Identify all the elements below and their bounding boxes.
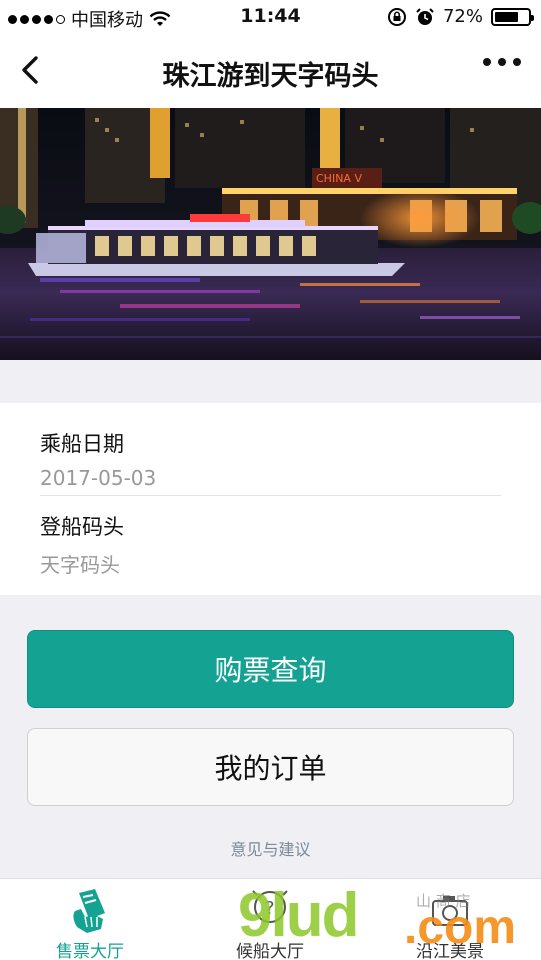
tab-river-view[interactable]: 沿江美景 — [360, 879, 540, 960]
status-bar: 中国移动 11:44 72% — [0, 0, 541, 34]
feedback-link[interactable]: 意见与建议 — [0, 836, 541, 860]
battery-fill — [495, 11, 519, 22]
departure-date-value: 2017-05-03 — [40, 466, 157, 490]
back-button[interactable] — [14, 50, 50, 90]
boarding-pier-value: 天字码头 — [40, 553, 120, 577]
camera-icon — [432, 896, 468, 926]
svg-text:?: ? — [265, 898, 275, 919]
tab-bar: 售票大厅 ? 候船大厅 沿江美景 — [0, 878, 541, 960]
alarm-icon — [416, 7, 434, 25]
boarding-pier-label: 登船码头 — [40, 515, 124, 539]
battery-icon — [491, 7, 534, 26]
river-cruise-photo: CHINA V — [0, 108, 541, 360]
tab-river-view-label: 沿江美景 — [416, 942, 484, 960]
waiting-hall-icon: ? — [252, 890, 288, 923]
my-orders-button[interactable]: 我的订单 — [27, 728, 514, 806]
divider — [40, 495, 501, 496]
tab-waiting-hall[interactable]: ? 候船大厅 — [180, 879, 360, 960]
more-dots-icon — [483, 58, 491, 66]
trip-info-card: 乘船日期 2017-05-03 登船码头 天字码头 — [0, 403, 541, 595]
nav-bar: 珠江游到天字码头 — [0, 34, 541, 108]
more-button[interactable] — [483, 58, 521, 66]
departure-date-label: 乘船日期 — [40, 432, 124, 456]
tab-waiting-hall-label: 候船大厅 — [236, 942, 304, 960]
chevron-left-icon — [22, 56, 38, 84]
tab-ticket-hall[interactable]: 售票大厅 — [0, 879, 180, 960]
status-right: 72% — [387, 6, 534, 27]
svg-text:CHINA V: CHINA V — [316, 172, 362, 185]
departure-date-field[interactable]: 乘船日期 2017-05-03 — [40, 428, 501, 490]
banner-image: CHINA V — [0, 108, 541, 360]
boarding-pier-field[interactable]: 登船码头 天字码头 — [40, 511, 501, 578]
tab-ticket-hall-label: 售票大厅 — [56, 942, 124, 960]
ticket-query-button[interactable]: 购票查询 — [27, 630, 514, 708]
page-title: 珠江游到天字码头 — [162, 61, 379, 92]
battery-percent: 72% — [442, 6, 483, 27]
rotation-lock-icon — [387, 7, 406, 26]
ticket-hand-icon — [73, 889, 105, 933]
